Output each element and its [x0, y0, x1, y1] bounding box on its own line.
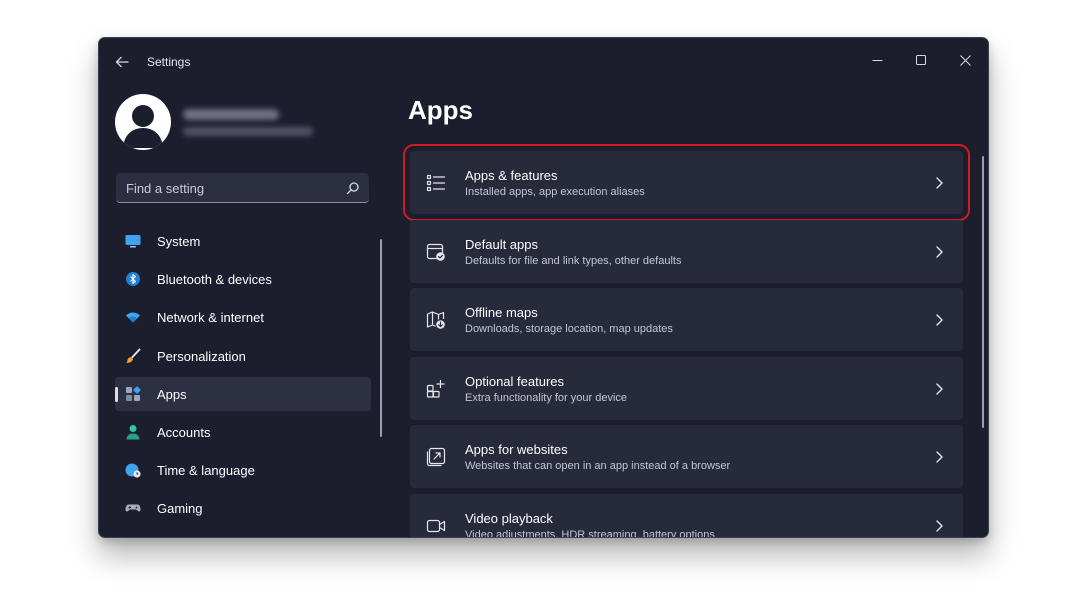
- gamepad-icon: [125, 504, 141, 512]
- globe-clock-icon: [125, 463, 141, 478]
- sidebar-item-label: Apps: [157, 386, 187, 402]
- card-title: Optional features: [465, 373, 565, 389]
- chevron-right-icon: [936, 314, 943, 326]
- sidebar-item-label: Gaming: [157, 501, 203, 517]
- search-placeholder: Find a setting: [126, 181, 205, 196]
- chevron-right-icon: [936, 177, 943, 189]
- sidebar-nav: System Bluetooth & devices Network & int…: [115, 224, 371, 530]
- offline-maps-card[interactable]: Offline maps Downloads, storage location…: [410, 288, 963, 352]
- card-subtitle: Downloads, storage location, map updates: [465, 323, 673, 336]
- sidebar-item-label: Time & language: [157, 463, 255, 479]
- list-icon: [426, 174, 446, 192]
- monitor-icon: [125, 235, 141, 248]
- apps-icon: [126, 386, 141, 401]
- sidebar-item-label: Bluetooth & devices: [157, 272, 272, 288]
- chevron-right-icon: [936, 451, 943, 464]
- close-button[interactable]: [945, 46, 985, 74]
- search-icon: [346, 182, 359, 195]
- card-subtitle: Defaults for file and link types, other …: [465, 254, 682, 267]
- sidebar-scrollbar[interactable]: [380, 239, 382, 437]
- card-subtitle: Video adjustments, HDR streaming, batter…: [465, 528, 715, 538]
- sidebar-item-bluetooth[interactable]: Bluetooth & devices: [115, 262, 371, 296]
- back-arrow-icon: [115, 56, 129, 68]
- title-bar: Settings: [99, 38, 988, 86]
- map-download-icon: [426, 311, 445, 329]
- page-title: Apps: [408, 95, 473, 125]
- main-scrollbar[interactable]: [982, 156, 984, 428]
- back-button[interactable]: [111, 52, 133, 72]
- sidebar-item-accounts[interactable]: Accounts: [115, 415, 371, 449]
- sidebar-item-gaming[interactable]: Gaming: [115, 491, 371, 525]
- search-input[interactable]: Find a setting: [116, 173, 369, 203]
- minimize-icon: [872, 59, 882, 61]
- app-title: Settings: [147, 55, 191, 69]
- sidebar-item-label: System: [157, 234, 201, 249]
- chevron-right-icon: [936, 383, 943, 395]
- maximize-icon: [915, 54, 926, 65]
- sidebar-item-label: Network & internet: [157, 310, 264, 326]
- person-icon: [126, 424, 140, 440]
- card-title: Video playback: [465, 510, 553, 526]
- person-silhouette-icon: [123, 105, 163, 148]
- close-icon: [959, 54, 971, 66]
- selection-indicator: [115, 386, 118, 402]
- settings-window: Settings Find a setting System Bluetooth…: [98, 37, 989, 538]
- card-title: Apps for websites: [465, 442, 568, 458]
- avatar[interactable]: [115, 94, 171, 150]
- open-in-app-icon: [426, 448, 446, 467]
- chevron-right-icon: [936, 245, 943, 258]
- add-feature-icon: [426, 379, 445, 398]
- brush-icon: [126, 348, 141, 363]
- default-apps-icon: [426, 243, 445, 261]
- card-title: Default apps: [465, 236, 538, 252]
- optional-features-card[interactable]: Optional features Extra functionality fo…: [410, 356, 963, 420]
- blurred-user-email: [183, 127, 313, 136]
- minimize-button[interactable]: [857, 46, 897, 74]
- bluetooth-icon: [126, 272, 140, 287]
- maximize-button[interactable]: [901, 46, 941, 74]
- sidebar-item-label: Personalization: [157, 348, 246, 364]
- video-playback-card[interactable]: Video playback Video adjustments, HDR st…: [410, 493, 963, 538]
- card-title: Apps & features: [465, 168, 558, 183]
- card-subtitle: Extra functionality for your device: [465, 391, 628, 404]
- settings-list: Apps & features Installed apps, app exec…: [403, 144, 970, 538]
- sidebar-item-label: Accounts: [157, 424, 211, 440]
- chevron-right-icon: [936, 520, 943, 532]
- blurred-user-name: [183, 109, 279, 120]
- user-profile[interactable]: [115, 94, 375, 152]
- card-subtitle: Websites that can open in an app instead…: [465, 460, 731, 473]
- sidebar-item-apps[interactable]: Apps: [115, 376, 371, 411]
- sidebar-item-network[interactable]: Network & internet: [115, 300, 371, 334]
- sidebar-item-time-language[interactable]: Time & language: [115, 453, 371, 487]
- card-subtitle: Installed apps, app execution aliases: [465, 186, 645, 198]
- sidebar-item-personalization[interactable]: Personalization: [115, 339, 371, 373]
- sidebar-item-system[interactable]: System: [115, 224, 371, 258]
- card-title: Offline maps: [465, 305, 538, 321]
- video-icon: [426, 519, 446, 533]
- default-apps-card[interactable]: Default apps Defaults for file and link …: [410, 219, 963, 283]
- apps-features-card[interactable]: Apps & features Installed apps, app exec…: [403, 144, 970, 221]
- wifi-icon: [126, 312, 140, 323]
- apps-for-websites-card[interactable]: Apps for websites Websites that can open…: [410, 425, 963, 489]
